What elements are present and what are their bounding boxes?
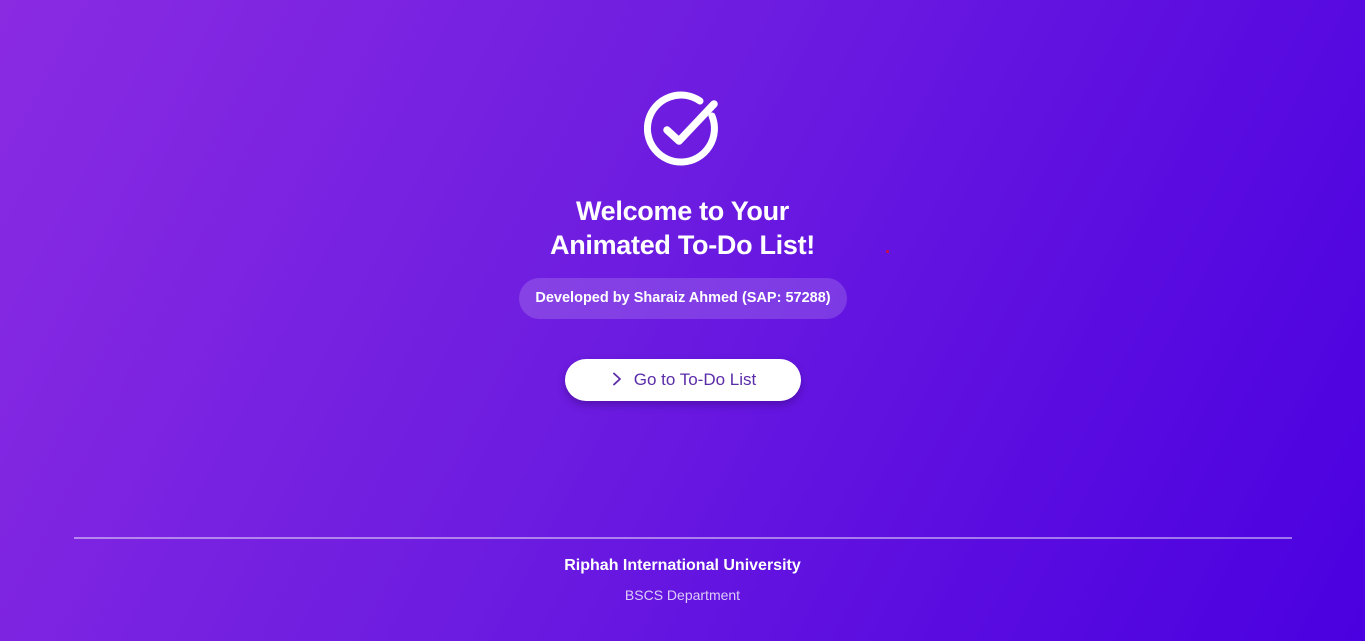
title-line-1: Welcome to Your: [575, 196, 790, 226]
footer-university: Riphah International University: [564, 557, 801, 574]
page-title: Welcome to Your Animated To-Do List!: [0, 194, 1365, 262]
check-circle-icon: [644, 91, 718, 166]
title-line-2: Animated To-Do List!: [550, 230, 815, 260]
developer-badge: Developed by Sharaiz Ahmed (SAP: 57288): [519, 278, 847, 319]
chevron-right-icon: [612, 372, 621, 386]
cursor-dot: [886, 250, 889, 253]
footer-department: BSCS Department: [624, 587, 741, 603]
go-button-label: Go to To-Do List: [633, 370, 757, 389]
go-to-todo-list-button[interactable]: Go to To-Do List: [565, 359, 801, 401]
footer-divider: [74, 537, 1292, 539]
